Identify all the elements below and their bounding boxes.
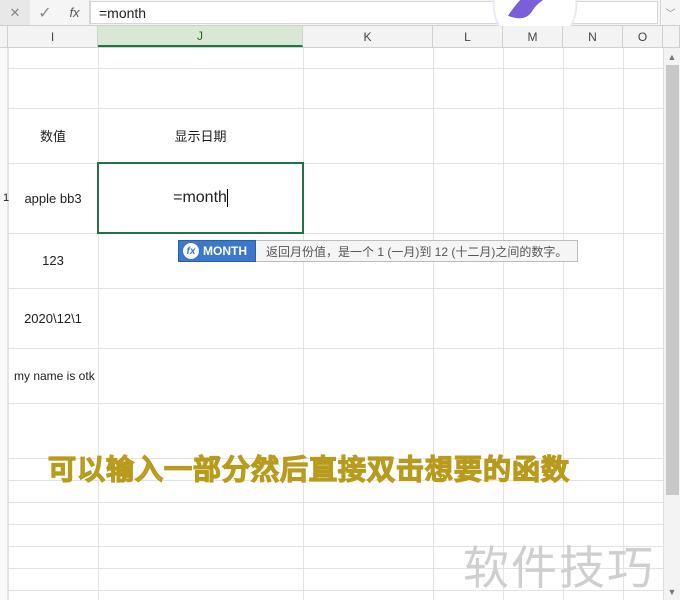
function-description: 返回月份值，是一个 1 (一月)到 12 (十二月)之间的数字。 [256,240,578,262]
column-header-N[interactable]: N [563,26,623,47]
cell-header-I[interactable]: 数值 [8,108,98,163]
header-stub [0,26,8,47]
vertical-scrollbar[interactable]: ▲ ▼ [663,48,680,600]
function-suggestion[interactable]: fx MONTH [178,240,256,262]
function-name-label: MONTH [203,244,247,258]
cell-I-row3[interactable]: 2020\12\1 [8,288,98,348]
scroll-stub [663,26,680,47]
insert-function-button[interactable]: fx [60,0,90,25]
column-header-L[interactable]: L [433,26,503,47]
scroll-up-button[interactable]: ▲ [664,48,680,65]
scroll-thumb[interactable] [666,65,679,495]
column-header-J[interactable]: J [98,26,303,47]
column-headers: I J K L M N O [0,26,680,48]
annotation-text: 可以输入一部分然后直接双击想要的函数 [48,448,570,488]
column-header-O[interactable]: O [623,26,663,47]
column-header-M[interactable]: M [503,26,563,47]
cell-I-row2[interactable]: 123 [8,233,98,288]
spreadsheet: I J K L M N O [0,26,680,600]
scroll-down-button[interactable]: ▼ [664,583,680,600]
active-cell[interactable]: =month [97,162,304,234]
cell-header-J[interactable]: 显示日期 [98,108,303,163]
formula-accept-button[interactable]: ✓ [30,0,60,25]
function-icon: fx [183,243,199,259]
cell-I-row4[interactable]: my name is otk [8,348,128,403]
text-cursor [227,189,228,207]
cell-I-row1[interactable]: apple bb3 [8,163,98,233]
grid-body[interactable]: 数值 显示日期 1 apple bb3 =month fx MONTH 返回月份… [0,48,680,600]
formula-bar: ✕ ✓ fx =month ﹀ [0,0,680,26]
function-tooltip: fx MONTH 返回月份值，是一个 1 (一月)到 12 (十二月)之间的数字… [178,240,578,262]
formula-cancel-button[interactable]: ✕ [0,0,30,25]
column-header-I[interactable]: I [8,26,98,47]
column-header-K[interactable]: K [303,26,433,47]
active-cell-text: =month [173,189,227,207]
formula-expand-button[interactable]: ﹀ [660,0,680,25]
watermark: 软件技巧 [463,532,655,598]
formula-input[interactable]: =month [90,1,658,24]
